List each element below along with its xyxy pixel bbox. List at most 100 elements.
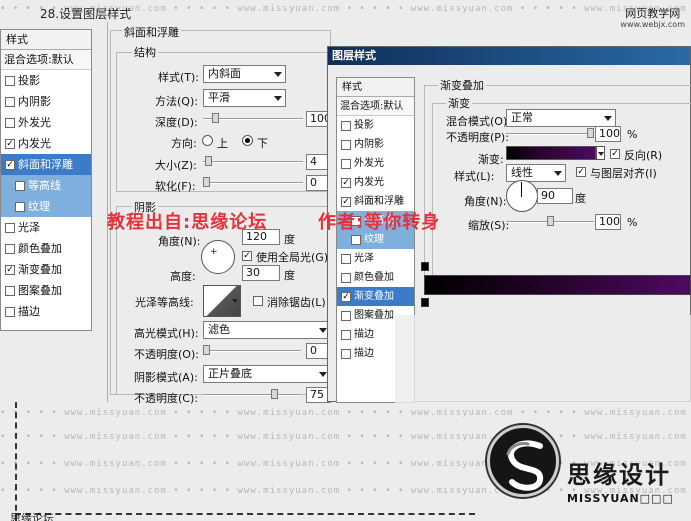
- style-item-checkbox[interactable]: ✓: [341, 291, 351, 302]
- style-item-checkbox[interactable]: ✓: [5, 159, 15, 170]
- angle-needle-icon: [521, 182, 522, 197]
- go-style-value: 线性: [511, 166, 533, 179]
- style-item-checkbox[interactable]: [5, 222, 15, 233]
- bevel-style-select[interactable]: 内斜面: [203, 65, 286, 83]
- style-item-checkbox[interactable]: [5, 306, 15, 317]
- logo-swirl-icon: [506, 440, 544, 491]
- style-item[interactable]: ✓ 内发光: [1, 133, 91, 154]
- style-item-checkbox[interactable]: [341, 120, 351, 131]
- style-item[interactable]: 颜色叠加: [337, 268, 414, 287]
- style-item[interactable]: 光泽: [337, 249, 414, 268]
- shadow-opacity-track[interactable]: [203, 394, 301, 396]
- go-align-checkbox[interactable]: ✓: [576, 167, 586, 177]
- style-item[interactable]: ✓ 内发光: [337, 173, 414, 192]
- style-item-checkbox[interactable]: [341, 348, 351, 359]
- soften-input[interactable]: 0: [306, 175, 329, 191]
- styles-header: 样式: [1, 30, 91, 50]
- style-item-label: 投影: [18, 74, 40, 87]
- go-gradient-dropdown[interactable]: [596, 146, 605, 160]
- style-item[interactable]: ✓ 渐变叠加: [337, 287, 414, 306]
- gradient-editor-bar[interactable]: [424, 275, 691, 295]
- style-item-checkbox[interactable]: [341, 310, 351, 321]
- style-item-checkbox[interactable]: [15, 201, 25, 212]
- size-input[interactable]: 4: [306, 154, 329, 170]
- style-item-checkbox[interactable]: ✓: [341, 196, 351, 207]
- soften-slider-track[interactable]: [203, 182, 303, 184]
- angle-dial[interactable]: +: [201, 240, 235, 274]
- style-item-checkbox[interactable]: [5, 117, 15, 128]
- soften-slider-thumb[interactable]: [203, 177, 210, 187]
- size-slider-track[interactable]: [203, 161, 303, 163]
- style-item-checkbox[interactable]: [351, 234, 361, 245]
- style-label: 样式(T):: [158, 71, 200, 84]
- style-item[interactable]: 投影: [1, 70, 91, 91]
- dialog-blend-options[interactable]: 混合选项:默认: [337, 97, 414, 116]
- go-scale-input[interactable]: 100: [595, 214, 621, 230]
- style-item-checkbox[interactable]: ✓: [5, 264, 15, 275]
- antialias-checkbox[interactable]: [253, 296, 263, 306]
- go-scale-thumb[interactable]: [546, 216, 554, 226]
- style-item[interactable]: 描边: [1, 301, 91, 322]
- style-item[interactable]: ✓ 斜面和浮雕: [1, 154, 91, 175]
- style-item[interactable]: 等高线: [1, 175, 91, 196]
- depth-label: 深度(D):: [155, 116, 198, 129]
- go-opacity-label: 不透明度(P):: [446, 131, 509, 144]
- go-opacity-input[interactable]: 100: [595, 126, 621, 142]
- style-item-checkbox[interactable]: [15, 180, 25, 191]
- go-opacity-track[interactable]: [506, 133, 594, 135]
- direction-up-label: 上: [217, 137, 228, 150]
- altitude-input[interactable]: 30: [242, 265, 280, 281]
- style-item-checkbox[interactable]: [341, 272, 351, 283]
- dialog-styles-header: 样式: [337, 78, 414, 97]
- style-item[interactable]: 纹理: [1, 196, 91, 217]
- style-item-checkbox[interactable]: [341, 329, 351, 340]
- style-item[interactable]: 图案叠加: [1, 280, 91, 301]
- style-item-checkbox[interactable]: [341, 158, 351, 169]
- color-stop-left[interactable]: [421, 298, 429, 307]
- style-item-label: 颜色叠加: [18, 242, 62, 255]
- style-item-checkbox[interactable]: [5, 285, 15, 296]
- go-opacity-thumb[interactable]: [587, 128, 594, 138]
- style-item-checkbox[interactable]: [341, 253, 351, 264]
- style-item-checkbox[interactable]: ✓: [5, 138, 15, 149]
- go-angle-input[interactable]: 90: [537, 188, 573, 204]
- blend-options-item[interactable]: 混合选项:默认: [1, 50, 91, 70]
- highlight-opacity-thumb[interactable]: [203, 345, 210, 355]
- style-item-checkbox[interactable]: [341, 139, 351, 150]
- depth-slider-thumb[interactable]: [212, 113, 220, 123]
- go-blend-select[interactable]: 正常: [506, 109, 616, 127]
- chevron-down-icon: [319, 328, 327, 333]
- depth-input[interactable]: 100: [306, 111, 331, 127]
- go-gradient-preview[interactable]: [506, 146, 596, 160]
- direction-up-radio[interactable]: [202, 135, 213, 146]
- style-item[interactable]: 内阴影: [1, 91, 91, 112]
- style-item[interactable]: 外发光: [1, 112, 91, 133]
- gloss-contour-picker[interactable]: [203, 285, 241, 317]
- technique-select[interactable]: 平滑: [203, 89, 286, 107]
- style-item-checkbox[interactable]: [5, 75, 15, 86]
- go-angle-dial[interactable]: [506, 180, 538, 212]
- style-item-checkbox[interactable]: [5, 243, 15, 254]
- size-slider-thumb[interactable]: [204, 156, 212, 166]
- style-item[interactable]: 外发光: [337, 154, 414, 173]
- shadow-mode-label: 阴影模式(A):: [134, 371, 198, 384]
- altitude-label: 高度:: [170, 270, 196, 283]
- go-style-select[interactable]: 线性: [506, 164, 566, 182]
- opacity-stop-left[interactable]: [421, 262, 429, 271]
- highlight-mode-select[interactable]: 滤色: [203, 321, 331, 339]
- angle-degree: 度: [284, 233, 295, 246]
- highlight-opacity-track[interactable]: [203, 350, 301, 352]
- global-light-checkbox[interactable]: ✓: [242, 251, 252, 261]
- style-item[interactable]: 颜色叠加: [1, 238, 91, 259]
- style-item-checkbox[interactable]: ✓: [341, 177, 351, 188]
- shadow-opacity-thumb[interactable]: [271, 389, 279, 399]
- go-reverse-checkbox[interactable]: ✓: [610, 149, 620, 159]
- style-item[interactable]: 投影: [337, 116, 414, 135]
- shadow-mode-select[interactable]: 正片叠底: [203, 365, 331, 383]
- style-item[interactable]: 光泽: [1, 217, 91, 238]
- direction-down-radio[interactable]: [242, 135, 253, 146]
- style-item[interactable]: ✓ 渐变叠加: [1, 259, 91, 280]
- style-item[interactable]: 内阴影: [337, 135, 414, 154]
- style-item-checkbox[interactable]: [5, 96, 15, 107]
- logo-english-text: MISSYUAN□□□: [567, 492, 674, 505]
